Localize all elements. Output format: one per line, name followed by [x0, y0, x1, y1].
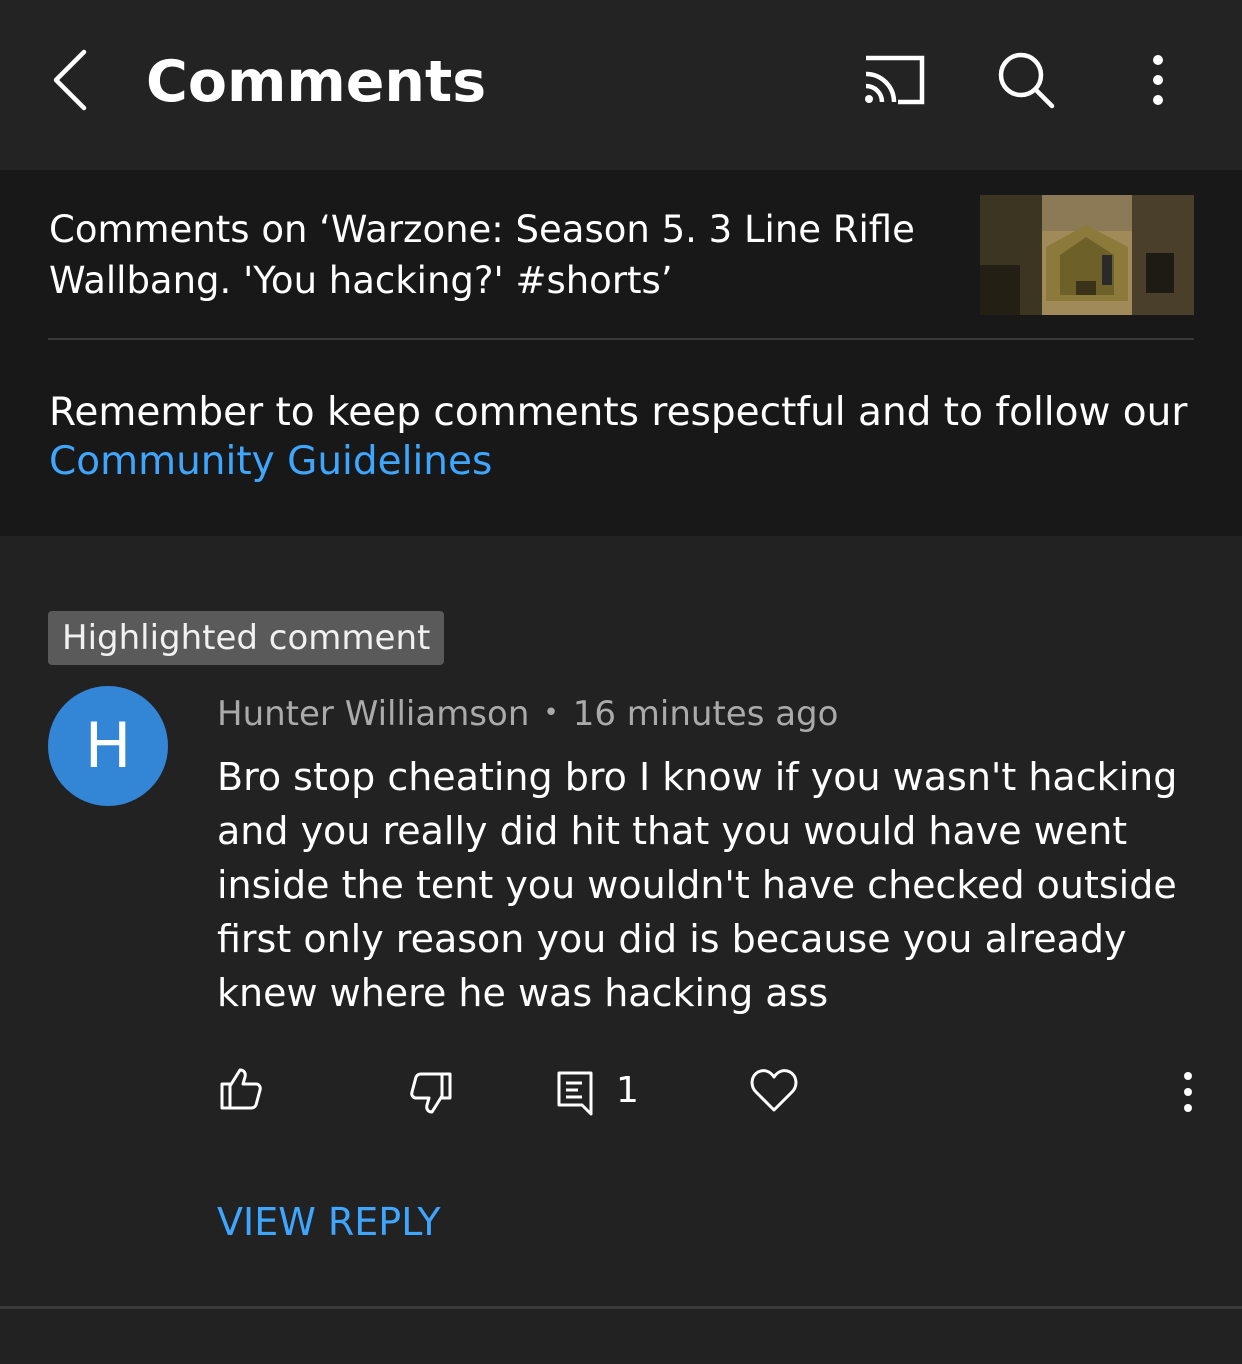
comment-author[interactable]: Hunter Williamson	[217, 694, 529, 734]
community-guidelines-link[interactable]: Community Guidelines	[49, 439, 492, 484]
like-button[interactable]	[214, 1062, 266, 1114]
chevron-left-icon	[53, 49, 87, 111]
more-vertical-icon	[1184, 1072, 1192, 1112]
cast-icon	[865, 55, 925, 105]
cast-button[interactable]	[856, 48, 932, 112]
thumbs-down-icon	[410, 1072, 452, 1114]
search-icon	[998, 52, 1055, 109]
more-vertical-icon	[1153, 55, 1163, 105]
community-reminder: Remember to keep comments respectful and…	[49, 388, 1209, 486]
more-options-button[interactable]	[1132, 46, 1184, 114]
comment-timestamp[interactable]: 16 minutes ago	[573, 694, 839, 734]
header-divider	[48, 338, 1194, 340]
thumbs-up-icon	[220, 1068, 262, 1110]
avatar[interactable]: H	[48, 686, 168, 806]
highlighted-comment-badge: Highlighted comment	[48, 611, 445, 665]
reply-comment-icon	[557, 1071, 593, 1116]
meta-separator: •	[543, 698, 559, 728]
comment-meta: Hunter Williamson • 16 minutes ago	[217, 688, 838, 739]
comment-options-button[interactable]	[1170, 1068, 1206, 1116]
page-title: Comments	[146, 49, 487, 115]
video-thumbnail-image	[980, 195, 1194, 315]
reply-button[interactable]	[554, 1068, 600, 1118]
comments-header: Comments on ‘Warzone: Season 5. 3 Line R…	[0, 170, 1242, 536]
reply-count: 1	[616, 1070, 639, 1111]
search-button[interactable]	[990, 44, 1062, 116]
video-thumbnail[interactable]	[980, 195, 1194, 315]
back-button[interactable]	[40, 40, 110, 120]
comment-text: Bro stop cheating bro I know if you wasn…	[217, 755, 1178, 1015]
heart-icon	[750, 1069, 798, 1112]
dislike-button[interactable]	[406, 1068, 458, 1120]
heart-button[interactable]	[748, 1064, 800, 1116]
reminder-text: Remember to keep comments respectful and…	[49, 390, 1188, 435]
video-title: Comments on ‘Warzone: Season 5. 3 Line R…	[49, 208, 915, 302]
app-bar: Comments	[0, 0, 1242, 170]
comment-divider	[0, 1306, 1242, 1309]
view-reply-button[interactable]: VIEW REPLY	[217, 1196, 441, 1248]
